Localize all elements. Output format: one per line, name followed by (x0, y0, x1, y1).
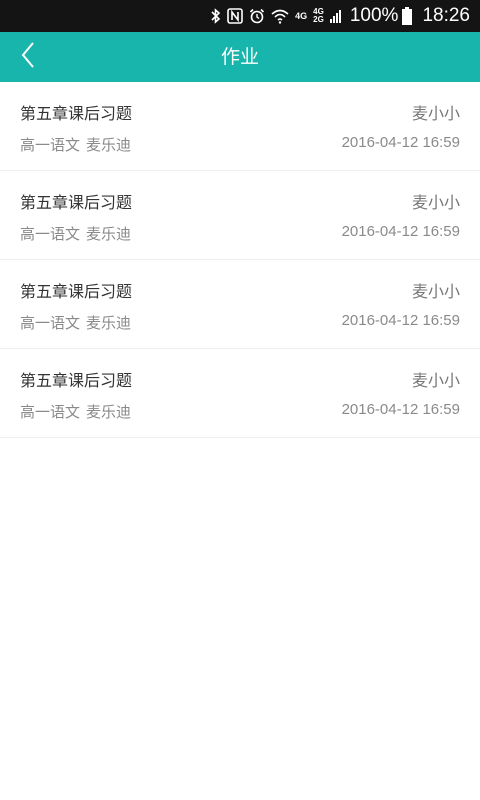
assignment-title: 第五章课后习题 (20, 282, 133, 301)
bluetooth-icon (211, 8, 221, 24)
assignment-subject: 高一语文 (20, 225, 81, 243)
assignment-title: 第五章课后习题 (20, 193, 133, 212)
assignment-title: 第五章课后习题 (20, 104, 133, 123)
list-item[interactable]: 第五章课后习题 麦小小 高一语文 麦乐迪 2016-04-12 16:59 (0, 260, 480, 349)
assignment-teacher: 麦乐迪 (86, 314, 132, 332)
assignment-subject: 高一语文 (20, 403, 81, 421)
assignment-author: 麦小小 (411, 282, 460, 301)
status-bar: 4G 4G 2G 100% 18:26 (0, 0, 480, 32)
assignment-time: 2016-04-12 16:59 (341, 134, 460, 151)
assignment-author: 麦小小 (411, 193, 460, 212)
signal-icon (329, 9, 342, 23)
assignment-author: 麦小小 (411, 104, 460, 123)
assignment-list: 第五章课后习题 麦小小 高一语文 麦乐迪 2016-04-12 16:59 第五章… (0, 82, 480, 438)
assignment-teacher: 麦乐迪 (86, 403, 132, 421)
list-item[interactable]: 第五章课后习题 麦小小 高一语文 麦乐迪 2016-04-12 16:59 (0, 171, 480, 260)
network-2g-small: 2G (313, 15, 324, 24)
assignment-meta: 高一语文 麦乐迪 (20, 401, 131, 422)
alarm-icon (249, 8, 265, 24)
assignment-teacher: 麦乐迪 (86, 136, 132, 154)
clock: 18:26 (422, 5, 470, 26)
assignment-meta: 高一语文 麦乐迪 (20, 312, 131, 333)
app-bar: 作业 (0, 32, 480, 82)
list-item[interactable]: 第五章课后习题 麦小小 高一语文 麦乐迪 2016-04-12 16:59 (0, 349, 480, 438)
status-icons: 4G 4G 2G (211, 8, 342, 24)
assignment-subject: 高一语文 (20, 136, 81, 154)
assignment-title: 第五章课后习题 (20, 371, 133, 390)
battery-icon (402, 7, 413, 25)
list-item[interactable]: 第五章课后习题 麦小小 高一语文 麦乐迪 2016-04-12 16:59 (0, 82, 480, 171)
network-4g-label: 4G (295, 10, 308, 21)
battery-percent: 100% (349, 5, 399, 26)
assignment-meta: 高一语文 麦乐迪 (20, 223, 131, 244)
assignment-meta: 高一语文 麦乐迪 (20, 134, 131, 155)
nfc-icon (227, 8, 243, 24)
network-stack: 4G 2G (313, 8, 324, 24)
assignment-teacher: 麦乐迪 (86, 225, 132, 243)
assignment-time: 2016-04-12 16:59 (341, 223, 460, 240)
assignment-time: 2016-04-12 16:59 (341, 401, 460, 418)
wifi-icon (271, 8, 289, 24)
page-title: 作业 (220, 46, 259, 68)
assignment-subject: 高一语文 (20, 314, 81, 332)
assignment-time: 2016-04-12 16:59 (341, 312, 460, 329)
assignment-author: 麦小小 (411, 371, 460, 390)
